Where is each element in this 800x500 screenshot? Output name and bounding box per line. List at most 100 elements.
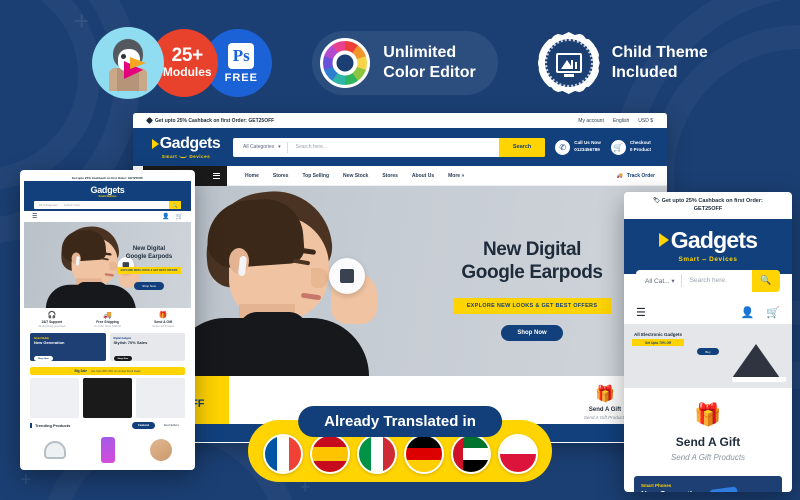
banner-a-button[interactable]: Shop Now (34, 356, 53, 361)
track-order-link[interactable]: 🚚 Track Order (617, 173, 655, 179)
photoshop-icon: Ps (228, 42, 255, 69)
search-category-select[interactable]: All Categories ▾ (233, 144, 287, 150)
menu-icon (213, 172, 220, 179)
product-banner[interactable] (30, 378, 79, 418)
mobile-logo-word: Gadgets (670, 226, 758, 253)
flag-spain (309, 434, 350, 474)
mobile-logo[interactable]: Gadgets Smart ⌣ Devices (624, 227, 792, 264)
tablet-preview: Get upto 25% Cashback on first Order: GE… (20, 170, 195, 470)
hamburger-icon[interactable]: ☰ (32, 213, 37, 220)
product-card[interactable]: ★★★★★ Smart Watch Computer $28.00 (136, 433, 185, 466)
mobile-search-bar[interactable]: All Cat... ▾ Search here. 🔍 (636, 269, 780, 292)
mobile-promo-line1: Get upto 25% Cashback on first Order: (661, 198, 763, 204)
hero-explore-button[interactable]: EXPLORE NEW LOOKS & GET BEST OFFERS (452, 298, 612, 315)
tablet-search-category[interactable]: All Categories (39, 203, 58, 207)
search-button[interactable]: Search (498, 137, 546, 157)
product-card[interactable]: Smart Phone Component $19.00 (83, 433, 132, 466)
mobile-search-button[interactable]: 🔍 (752, 269, 780, 292)
nav-item-new-stock[interactable]: New Stock (343, 173, 368, 179)
product-image (136, 433, 185, 466)
child-theme-badge: Child Theme Included (537, 32, 708, 94)
tablet-product-banner-row (24, 378, 191, 418)
service-desc: We Buy Bring Great Deal (38, 325, 66, 328)
desktop-search-bar[interactable]: All Categories ▾ Search here... Search (233, 137, 546, 157)
sale-tag: Big Sale (74, 369, 88, 373)
tablet-hero-shop-button[interactable]: Shop Now (134, 281, 164, 290)
cart-icon: 🛒 (610, 139, 626, 155)
mobile-bottom-banner[interactable]: Smart Phones New Generation (634, 475, 782, 492)
cart-icon[interactable]: 🛒 (176, 213, 183, 220)
desktop-preview: Get upto 25% Cashback on first Order: GE… (133, 113, 667, 443)
tablet-promo-bar: Get upto 25% Cashback on first Order: GE… (24, 174, 191, 181)
tablet-services-row: 🎧 24/7 Support We Buy Bring Great Deal 🚚… (24, 308, 191, 330)
product-banner[interactable] (83, 378, 132, 418)
desktop-hero-banner: New Digital Google Earpods EXPLORE NEW L… (133, 186, 667, 376)
my-account-menu[interactable]: My account (578, 118, 604, 124)
logo-sub-right: Devices (189, 153, 211, 159)
search-input[interactable]: Search here... (288, 144, 499, 150)
banner-b-button[interactable]: Shop Now (113, 356, 133, 361)
banner-b-title: Stylish 70% Sales (113, 340, 148, 345)
tablet-hero-explore-button[interactable]: EXPLORE NEW LOOKS & GET BEST OFFERS (117, 266, 181, 274)
language-menu[interactable]: English (613, 118, 629, 124)
currency-menu[interactable]: USD $ (638, 118, 653, 124)
hero-shop-now-button[interactable]: Shop Now (501, 325, 563, 342)
promo-banner-b[interactable]: Digital Gadgets Stylish 70% Sales Shop N… (109, 333, 185, 361)
trending-title: Trending Products (30, 423, 70, 428)
child-theme-line2: Included (611, 64, 678, 81)
tablet-search-bar[interactable]: All Categories Search here... 🔍 (34, 201, 181, 209)
user-icon[interactable]: 👤 (741, 306, 755, 319)
tablet-search-input[interactable]: Search here... (58, 203, 83, 207)
service-name: Send A Gift (154, 320, 173, 324)
mobile-banner-button[interactable]: Buy (697, 348, 719, 356)
mobile-search-input[interactable]: Search here. (682, 277, 752, 284)
tab-best-sellers[interactable]: Best Sellers (158, 422, 185, 429)
promo-banner-a[interactable]: Smart Mobile New Generation Shop Now (30, 333, 106, 361)
tablet-trending-header: Trending Products Featured Best Sellers (30, 422, 185, 429)
mobile-search-category-label: All Cat... (645, 277, 670, 285)
desktop-promo-text: Get upto 25% Cashback on first Order: GE… (155, 117, 275, 124)
translated-banner: Already Translated in (248, 406, 552, 482)
service-item: 🚚 Free Shipping On Order Above $199.00 (80, 308, 136, 330)
tablet-promo-text: Get upto 25% Cashback on first Order: GE… (71, 175, 144, 180)
gift-icon: 🎁 (694, 401, 722, 427)
mobile-action-bar: ☰ 👤 🛒 (624, 301, 792, 324)
seal-icon (537, 32, 600, 94)
service-item: 🎧 24/7 Support We Buy Bring Great Deal (24, 308, 80, 330)
service-desc: Send A Gift Products (152, 325, 175, 328)
nav-item-top-selling[interactable]: Top Selling (302, 173, 329, 179)
flag-uae (450, 434, 491, 474)
play-triangle-icon (151, 138, 159, 149)
mobile-preview: 🏷 Get upto 25% Cashback on first Order: … (624, 192, 792, 492)
user-icon[interactable]: 👤 (162, 213, 169, 220)
nav-item-more[interactable]: More » (448, 173, 464, 179)
service-name: 24/7 Support (41, 320, 63, 324)
poster-canvas: + + + + + Ps FREE 25+ Modules Un (0, 0, 800, 500)
checkout-block[interactable]: 🛒 Checkout 0 Product (610, 139, 651, 155)
mobile-banner[interactable]: All Electronic Gadgets Get Upto 70% Off … (624, 323, 792, 388)
nav-item-about-us[interactable]: About Us (412, 173, 434, 179)
mobile-header: Gadgets Smart ⌣ Devices (624, 218, 792, 274)
tab-featured[interactable]: Featured (132, 422, 156, 429)
tablet-search-button[interactable]: 🔍 (169, 201, 181, 209)
product-card[interactable]: ★★★★★ Smart Gadget Equipment $17.90 (30, 433, 79, 466)
chevron-down-icon: ▾ (278, 144, 281, 150)
nav-item-stores-2[interactable]: Stores (382, 173, 398, 179)
mobile-gift-title: Send A Gift (675, 434, 741, 449)
product-banner[interactable] (136, 378, 185, 418)
call-us-block[interactable]: ✆ Call Us Now 0123456789 (555, 139, 601, 155)
tag-icon (145, 116, 154, 125)
child-theme-line1: Child Theme (611, 44, 708, 61)
hamburger-icon[interactable]: ☰ (636, 306, 646, 319)
cart-icon[interactable]: 🛒 (766, 306, 780, 319)
desktop-logo[interactable]: Gadgets Smart Devices (149, 135, 223, 159)
hero-title-line2: Google Earpods (461, 262, 603, 284)
plus-icon: + (20, 469, 32, 491)
mobile-search-category[interactable]: All Cat... ▾ (636, 277, 681, 285)
mobile-logo-sub-left: Smart (678, 255, 700, 263)
nav-item-stores[interactable]: Stores (273, 173, 289, 179)
nav-item-home[interactable]: Home (245, 173, 259, 179)
tablet-hero-banner: New Digital Google Earpods EXPLORE NEW L… (24, 222, 191, 308)
monitor-icon (555, 53, 582, 73)
tablet-logo[interactable]: Gadgets Smart Devices (91, 185, 125, 198)
